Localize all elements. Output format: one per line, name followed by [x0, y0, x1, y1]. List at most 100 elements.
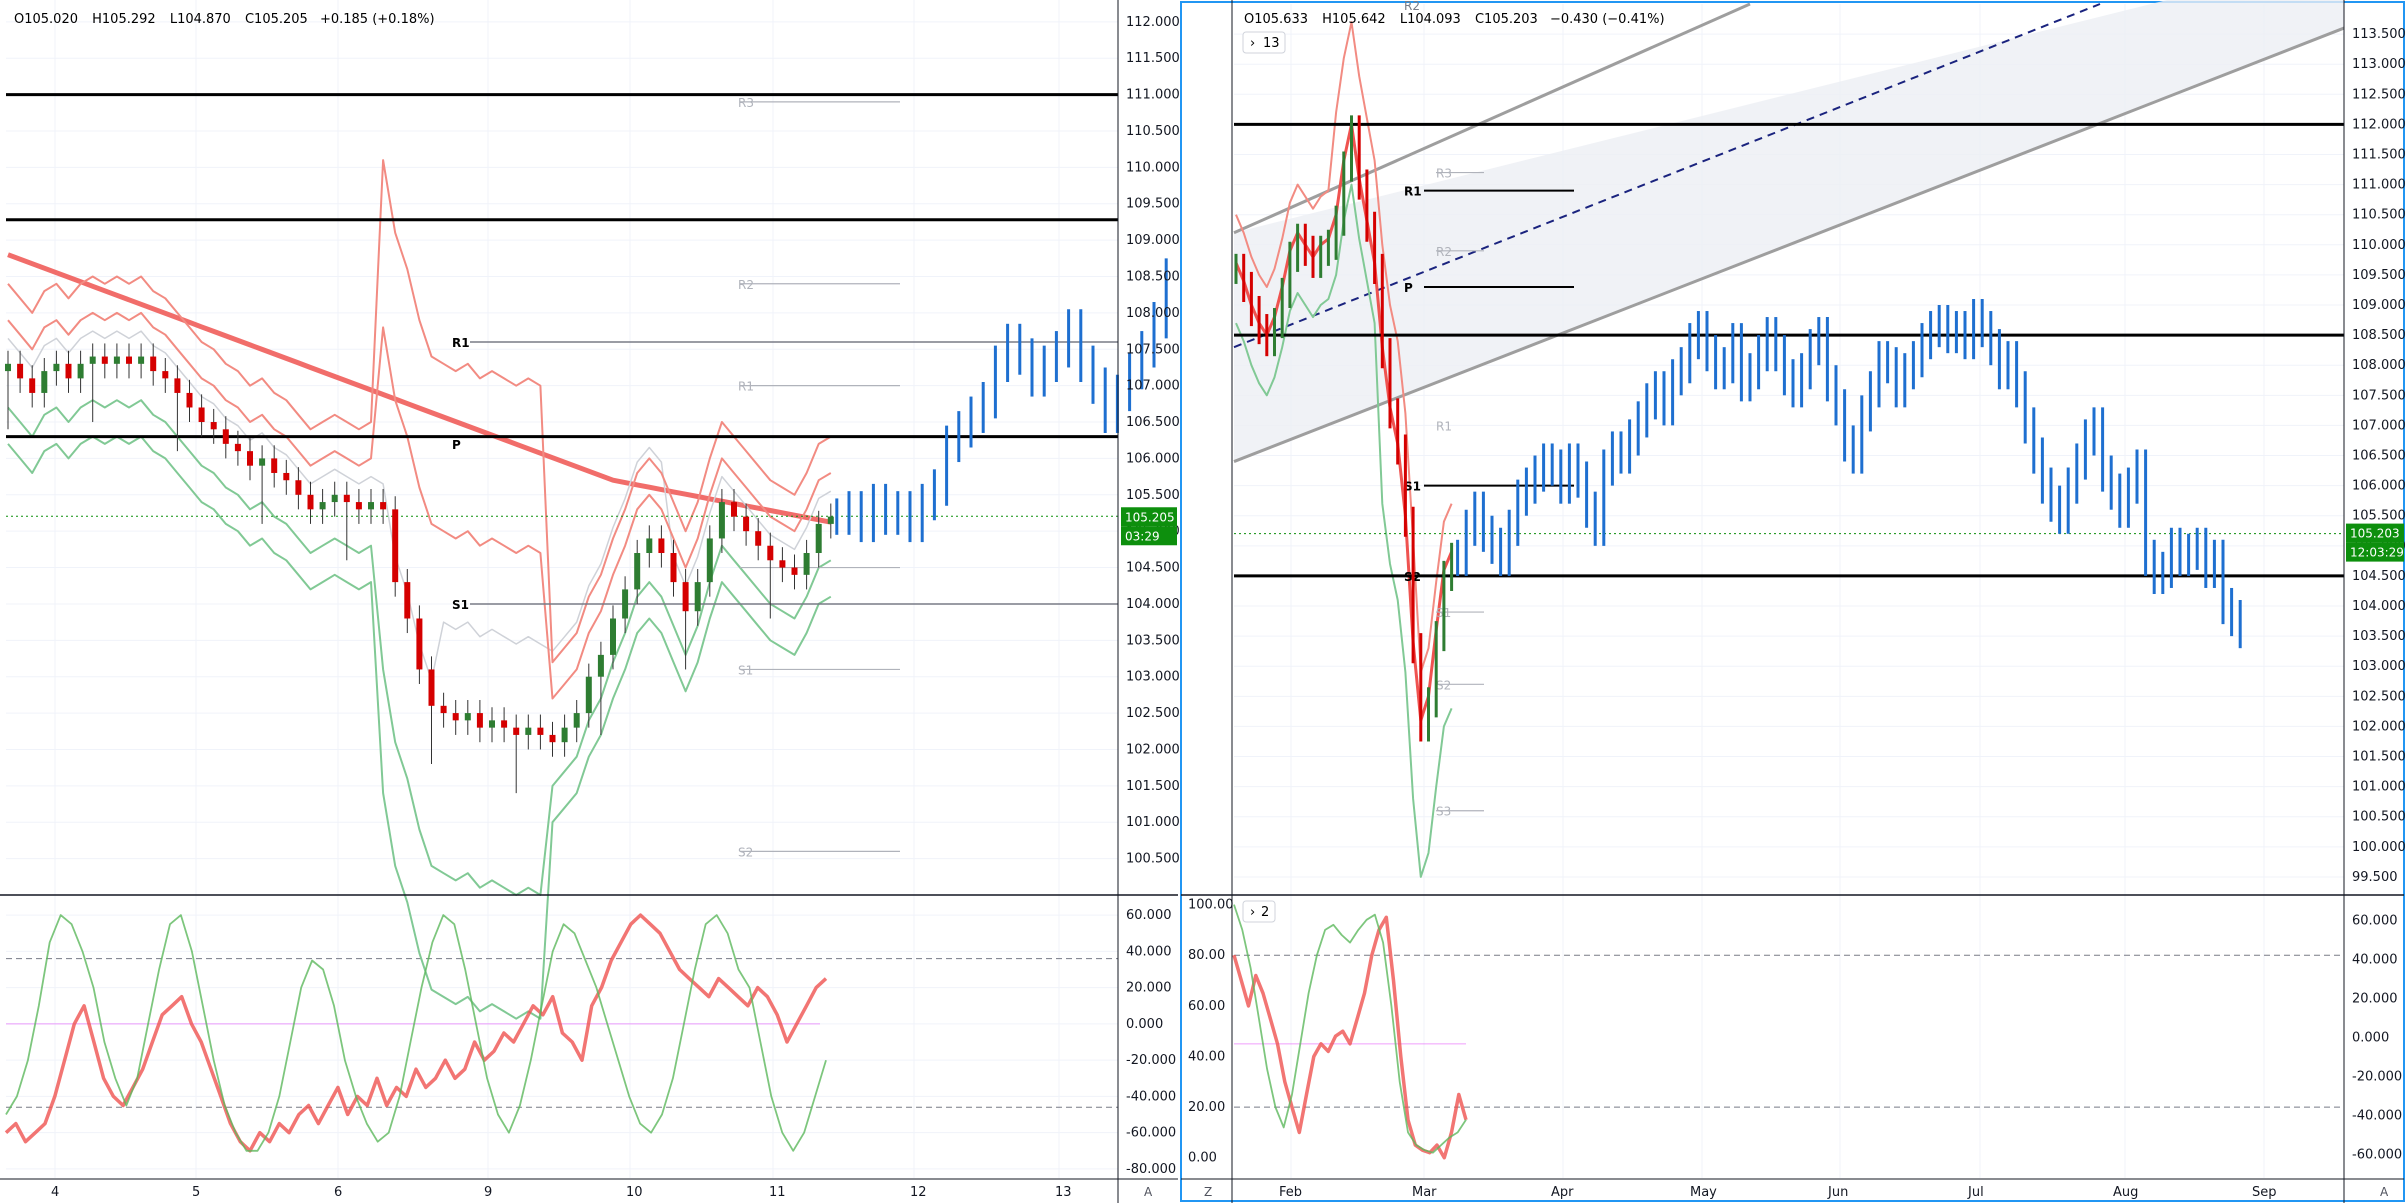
left-y-tick: 103.000 — [1126, 670, 1180, 685]
right-osc-left-tick: 20.00 — [1188, 1100, 1225, 1115]
left-pivot-label-s1-black: S1 — [452, 598, 469, 612]
candle-body — [101, 356, 108, 364]
right-low: L104.093 — [1400, 12, 1461, 27]
right-pivot-label-s2g: S2 — [1436, 678, 1451, 692]
left-low: L104.870 — [170, 12, 231, 27]
left-pivot-label-s2: S2 — [738, 845, 753, 859]
candle-body — [404, 582, 411, 619]
left-y-tick: 101.500 — [1126, 779, 1180, 794]
left-open: O105.020 — [14, 12, 78, 27]
left-y-tick: 109.500 — [1126, 197, 1180, 212]
left-y-tick: 101.000 — [1126, 815, 1180, 830]
right-pivot-label-p: P — [1404, 281, 1413, 295]
right-x-tick: Mar — [1412, 1185, 1437, 1200]
candle-body — [247, 451, 253, 466]
candle-body — [271, 458, 278, 473]
right-auto-scale[interactable]: A — [2380, 1185, 2389, 1199]
left-y-tick: 108.000 — [1126, 306, 1180, 321]
left-x-tick: 12 — [910, 1185, 927, 1200]
candle-body — [561, 727, 568, 743]
candle-body — [150, 356, 157, 372]
left-x-tick: 13 — [1055, 1185, 1072, 1200]
right-pivot-label-r1g: R1 — [1436, 419, 1452, 433]
right-y-tick: 99.500 — [2352, 870, 2398, 885]
left-osc-y-tick: 40.000 — [1126, 944, 1172, 959]
right-y-tick: 112.500 — [2352, 87, 2406, 102]
right-osc-left-tick: 0.00 — [1188, 1151, 1217, 1166]
candle-body — [428, 669, 435, 706]
left-y-tick: 103.500 — [1126, 633, 1180, 648]
right-y-tick: 105.500 — [2352, 509, 2406, 524]
candle-body — [319, 502, 326, 510]
candle-body — [464, 713, 471, 721]
right-zoom-label[interactable]: Z — [1204, 1185, 1212, 1199]
left-osc-y-tick: 20.000 — [1126, 981, 1172, 996]
left-x-tick: 6 — [334, 1185, 342, 1200]
right-y-tick: 100.000 — [2352, 840, 2406, 855]
left-change: +0.185 (+0.18%) — [320, 12, 435, 27]
candle-body — [222, 429, 229, 444]
candle-body — [706, 538, 713, 583]
candle-body — [489, 720, 495, 728]
candle-body — [791, 567, 798, 575]
candle-body — [295, 480, 302, 495]
candle-body — [549, 734, 556, 743]
right-y-tick: 100.500 — [2352, 810, 2406, 825]
right-y-tick: 103.500 — [2352, 629, 2406, 644]
left-y-tick: 102.500 — [1126, 706, 1180, 721]
left-auto-scale[interactable]: A — [1144, 1185, 1153, 1199]
right-y-tick: 107.000 — [2352, 418, 2406, 433]
left-y-tick: 111.000 — [1126, 88, 1180, 103]
right-y-tick: 107.500 — [2352, 388, 2406, 403]
candle-body — [731, 502, 737, 517]
candle-body — [138, 356, 145, 364]
left-pivot-label-s1: S1 — [738, 663, 753, 677]
left-pivot-label-r1: R1 — [738, 380, 754, 394]
right-x-tick: Aug — [2113, 1185, 2138, 1200]
left-y-tick: 104.000 — [1126, 597, 1180, 612]
candle-body — [29, 378, 36, 393]
candle-body — [597, 654, 604, 677]
candle-body — [755, 531, 762, 546]
candle-body — [767, 545, 774, 561]
candle-body — [355, 502, 362, 510]
right-y-tick: 111.000 — [2352, 178, 2406, 193]
right-y-tick: 104.000 — [2352, 599, 2406, 614]
candle-body — [827, 516, 834, 524]
candle-body — [198, 407, 205, 423]
candle-body — [5, 363, 11, 372]
right-y-tick: 113.500 — [2352, 27, 2406, 42]
right-osc-right-tick: -60.000 — [2352, 1148, 2402, 1163]
right-y-tick: 110.000 — [2352, 238, 2406, 253]
candle-body — [392, 509, 399, 583]
right-y-tick: 101.000 — [2352, 780, 2406, 795]
left-price-tag: 105.205 — [1125, 510, 1175, 524]
right-y-tick: 111.500 — [2352, 148, 2406, 163]
right-x-tick: Jul — [1967, 1185, 1984, 1200]
left-y-tick: 108.500 — [1126, 270, 1180, 285]
right-y-tick: 102.500 — [2352, 689, 2406, 704]
left-y-tick: 110.500 — [1126, 124, 1180, 139]
candle-body — [682, 582, 689, 612]
right-y-tick: 103.000 — [2352, 659, 2406, 674]
candle-body — [331, 494, 338, 503]
left-x-tick: 4 — [51, 1185, 59, 1200]
right-osc-left-tick: 60.00 — [1188, 999, 1225, 1014]
indicator-collapse-button[interactable]: › 13 — [1242, 31, 1286, 54]
left-y-tick: 107.500 — [1126, 342, 1180, 357]
candle-body — [537, 727, 544, 735]
right-osc-left-tick: 40.00 — [1188, 1049, 1225, 1064]
right-x-tick: May — [1690, 1185, 1717, 1200]
candle-body — [307, 494, 314, 510]
candle-body — [585, 676, 592, 714]
left-y-tick: 107.000 — [1126, 379, 1180, 394]
oscillator-collapse-button[interactable]: › 2 — [1242, 900, 1276, 923]
right-y-tick: 110.500 — [2352, 208, 2406, 223]
left-osc-y-tick: -20.000 — [1126, 1053, 1176, 1068]
left-osc-y-tick: -40.000 — [1126, 1089, 1176, 1104]
candle-body — [343, 494, 350, 503]
right-y-tick: 109.000 — [2352, 298, 2406, 313]
candle-body — [186, 392, 193, 408]
right-x-tick: Jun — [1827, 1185, 1848, 1200]
candle-body — [162, 371, 169, 379]
